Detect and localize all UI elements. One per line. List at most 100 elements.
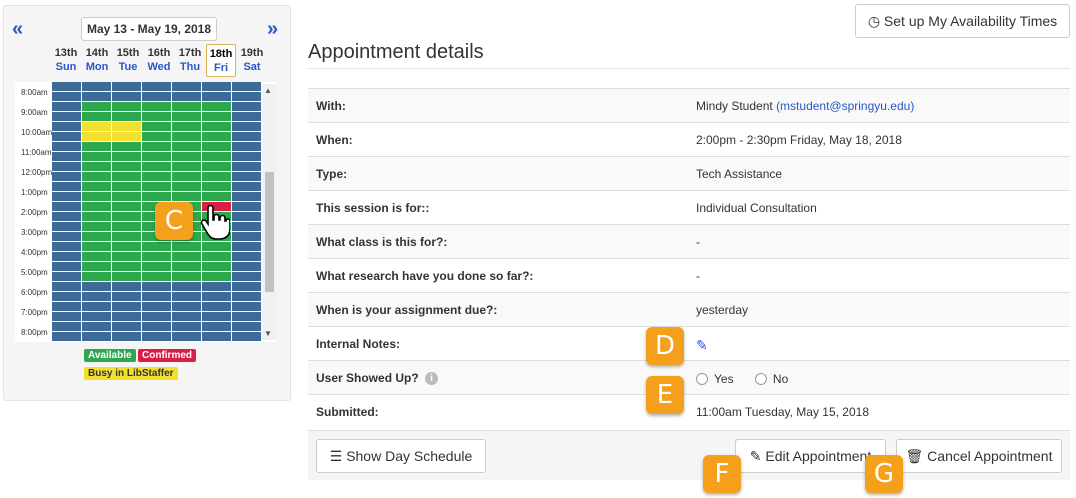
time-slot[interactable] <box>232 212 261 221</box>
time-slot[interactable] <box>232 162 261 171</box>
time-slot[interactable] <box>82 312 111 321</box>
time-slot[interactable] <box>172 112 201 121</box>
time-slot[interactable] <box>82 192 111 201</box>
time-slot[interactable] <box>202 152 231 161</box>
time-slot[interactable] <box>142 152 171 161</box>
time-slot[interactable] <box>142 312 171 321</box>
time-slot[interactable] <box>172 162 201 171</box>
time-slot[interactable] <box>112 132 141 141</box>
time-slot[interactable] <box>52 142 81 151</box>
time-slot[interactable] <box>82 322 111 331</box>
time-slot[interactable] <box>172 152 201 161</box>
time-slot[interactable] <box>172 122 201 131</box>
time-slot[interactable] <box>172 312 201 321</box>
time-slot[interactable] <box>232 332 261 341</box>
time-slot[interactable] <box>202 272 231 281</box>
time-slot[interactable] <box>52 312 81 321</box>
time-slot[interactable] <box>142 122 171 131</box>
time-slot[interactable] <box>142 172 171 181</box>
time-slot[interactable] <box>232 132 261 141</box>
scroll-down-icon[interactable]: ▼ <box>264 329 272 338</box>
time-slot[interactable] <box>82 302 111 311</box>
time-slot[interactable] <box>112 252 141 261</box>
time-slot[interactable] <box>232 252 261 261</box>
time-slot[interactable] <box>172 332 201 341</box>
time-slot[interactable] <box>112 102 141 111</box>
time-slot[interactable] <box>142 332 171 341</box>
time-slot[interactable] <box>142 102 171 111</box>
scroll-thumb[interactable] <box>265 172 274 292</box>
time-slot[interactable] <box>232 122 261 131</box>
time-slot[interactable] <box>172 282 201 291</box>
info-icon[interactable]: i <box>425 372 439 386</box>
day-header-mon[interactable]: 14th Mon <box>82 44 112 77</box>
time-slot[interactable] <box>232 242 261 251</box>
time-slot[interactable] <box>142 112 171 121</box>
time-slot[interactable] <box>82 142 111 151</box>
time-slot[interactable] <box>52 192 81 201</box>
day-header-wed[interactable]: 16th Wed <box>144 44 174 77</box>
time-slot[interactable] <box>232 142 261 151</box>
time-slot[interactable] <box>142 292 171 301</box>
time-slot[interactable] <box>52 282 81 291</box>
time-slot[interactable] <box>52 272 81 281</box>
time-slot[interactable] <box>202 252 231 261</box>
time-slot[interactable] <box>142 282 171 291</box>
time-slot[interactable] <box>112 242 141 251</box>
time-slot[interactable] <box>172 92 201 101</box>
showed-no-radio[interactable] <box>754 372 767 385</box>
time-slot[interactable] <box>82 332 111 341</box>
time-slot[interactable] <box>112 82 141 91</box>
time-slot[interactable] <box>112 182 141 191</box>
time-slot[interactable] <box>82 122 111 131</box>
time-slot[interactable] <box>82 132 111 141</box>
time-slot[interactable] <box>112 222 141 231</box>
previous-week-icon[interactable]: « <box>12 19 23 39</box>
time-slot[interactable] <box>52 242 81 251</box>
time-slot[interactable] <box>112 232 141 241</box>
edit-notes-icon[interactable]: ✎ <box>696 337 708 353</box>
time-slot[interactable] <box>52 232 81 241</box>
time-slot[interactable] <box>112 172 141 181</box>
time-slot[interactable] <box>142 182 171 191</box>
time-slot[interactable] <box>52 102 81 111</box>
time-slot[interactable] <box>232 92 261 101</box>
next-week-icon[interactable]: » <box>267 19 278 39</box>
time-slot[interactable] <box>232 172 261 181</box>
time-slot[interactable] <box>52 202 81 211</box>
showed-yes-radio[interactable] <box>696 372 708 385</box>
time-slot[interactable] <box>52 92 81 101</box>
time-slot[interactable] <box>172 272 201 281</box>
time-slot[interactable] <box>82 282 111 291</box>
time-slot[interactable] <box>232 232 261 241</box>
with-email-link[interactable]: (mstudent@springyu.edu) <box>776 99 914 113</box>
time-slot[interactable] <box>52 292 81 301</box>
time-slot[interactable] <box>142 192 171 201</box>
time-slot[interactable] <box>232 262 261 271</box>
day-header-tue[interactable]: 15th Tue <box>113 44 143 77</box>
time-slot[interactable] <box>82 252 111 261</box>
time-slot[interactable] <box>142 82 171 91</box>
time-slot[interactable] <box>202 302 231 311</box>
time-slot[interactable] <box>202 172 231 181</box>
time-slot[interactable] <box>112 212 141 221</box>
time-slot[interactable] <box>172 142 201 151</box>
time-slot[interactable] <box>202 192 231 201</box>
time-slot[interactable] <box>82 92 111 101</box>
time-slot[interactable] <box>82 272 111 281</box>
show-day-schedule-button[interactable]: ☰ Show Day Schedule <box>316 439 486 473</box>
time-slot[interactable] <box>142 302 171 311</box>
time-slot[interactable] <box>232 282 261 291</box>
time-slot[interactable] <box>112 302 141 311</box>
time-slot[interactable] <box>232 192 261 201</box>
time-slot[interactable] <box>172 172 201 181</box>
time-slot[interactable] <box>172 182 201 191</box>
time-slot[interactable] <box>112 192 141 201</box>
grid-scrollbar[interactable]: ▲ ▼ <box>262 84 277 340</box>
time-slot[interactable] <box>142 162 171 171</box>
time-slot[interactable] <box>232 292 261 301</box>
time-slot[interactable] <box>112 142 141 151</box>
time-slot[interactable] <box>202 162 231 171</box>
time-slot[interactable] <box>202 102 231 111</box>
time-slot[interactable] <box>202 322 231 331</box>
